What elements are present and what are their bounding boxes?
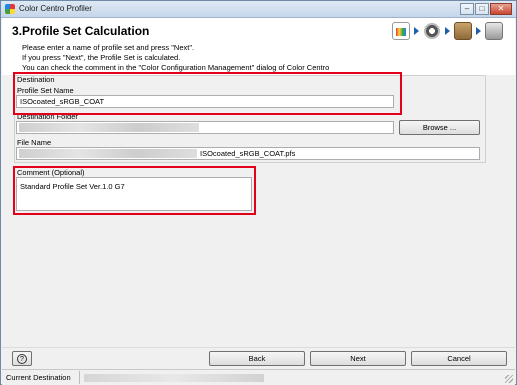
printer-icon (485, 22, 503, 40)
arrow-right-icon (476, 27, 481, 35)
current-destination-value (84, 374, 264, 382)
button-bar: ? Back Next Cancel (2, 347, 515, 369)
title-bar: Color Centro Profiler – □ ✕ (1, 1, 516, 18)
help-icon: ? (17, 354, 27, 364)
cancel-button[interactable]: Cancel (411, 351, 507, 366)
maximize-button[interactable]: □ (475, 3, 489, 15)
main-content: Destination Profile Set Name ISOcoated_s… (2, 72, 515, 347)
file-name-field[interactable]: ISOcoated_sRGB_COAT.pfs (16, 147, 480, 160)
destination-folder-field[interactable] (16, 121, 394, 134)
arrow-right-icon (414, 27, 419, 35)
profile-name-highlight (13, 72, 402, 115)
instruction-line: Please enter a name of profile set and p… (22, 43, 195, 52)
status-bar: Current Destination (2, 369, 515, 385)
back-button[interactable]: Back (209, 351, 305, 366)
app-window: Color Centro Profiler – □ ✕ 3.Profile Se… (0, 0, 517, 385)
file-name-label: File Name (17, 138, 52, 147)
arrow-right-icon (445, 27, 450, 35)
comment-highlight (13, 166, 256, 215)
resize-grip-icon[interactable] (505, 375, 513, 383)
next-button[interactable]: Next (310, 351, 406, 366)
file-name-value: ISOcoated_sRGB_COAT.pfs (200, 149, 296, 158)
instructions: Please enter a name of profile set and p… (22, 43, 382, 73)
page-title: 3.Profile Set Calculation (12, 24, 150, 38)
browse-button[interactable]: Browse ... (399, 120, 480, 135)
step-header: 3.Profile Set Calculation Please enter a… (2, 18, 515, 75)
window-controls: – □ ✕ (459, 3, 512, 15)
profile-document-icon (392, 22, 410, 40)
status-divider (79, 371, 80, 384)
help-button[interactable]: ? (12, 351, 32, 366)
instruction-line: If you press "Next", the Profile Set is … (22, 53, 181, 62)
window-title: Color Centro Profiler (19, 4, 92, 13)
gear-icon (423, 22, 441, 40)
wizard-steps (392, 22, 503, 40)
destination-folder-path (19, 123, 199, 132)
package-icon (454, 22, 472, 40)
file-name-path (19, 149, 197, 158)
close-button[interactable]: ✕ (490, 3, 512, 15)
minimize-button[interactable]: – (460, 3, 474, 15)
current-destination-label: Current Destination (6, 373, 71, 382)
app-logo-icon (5, 4, 15, 14)
